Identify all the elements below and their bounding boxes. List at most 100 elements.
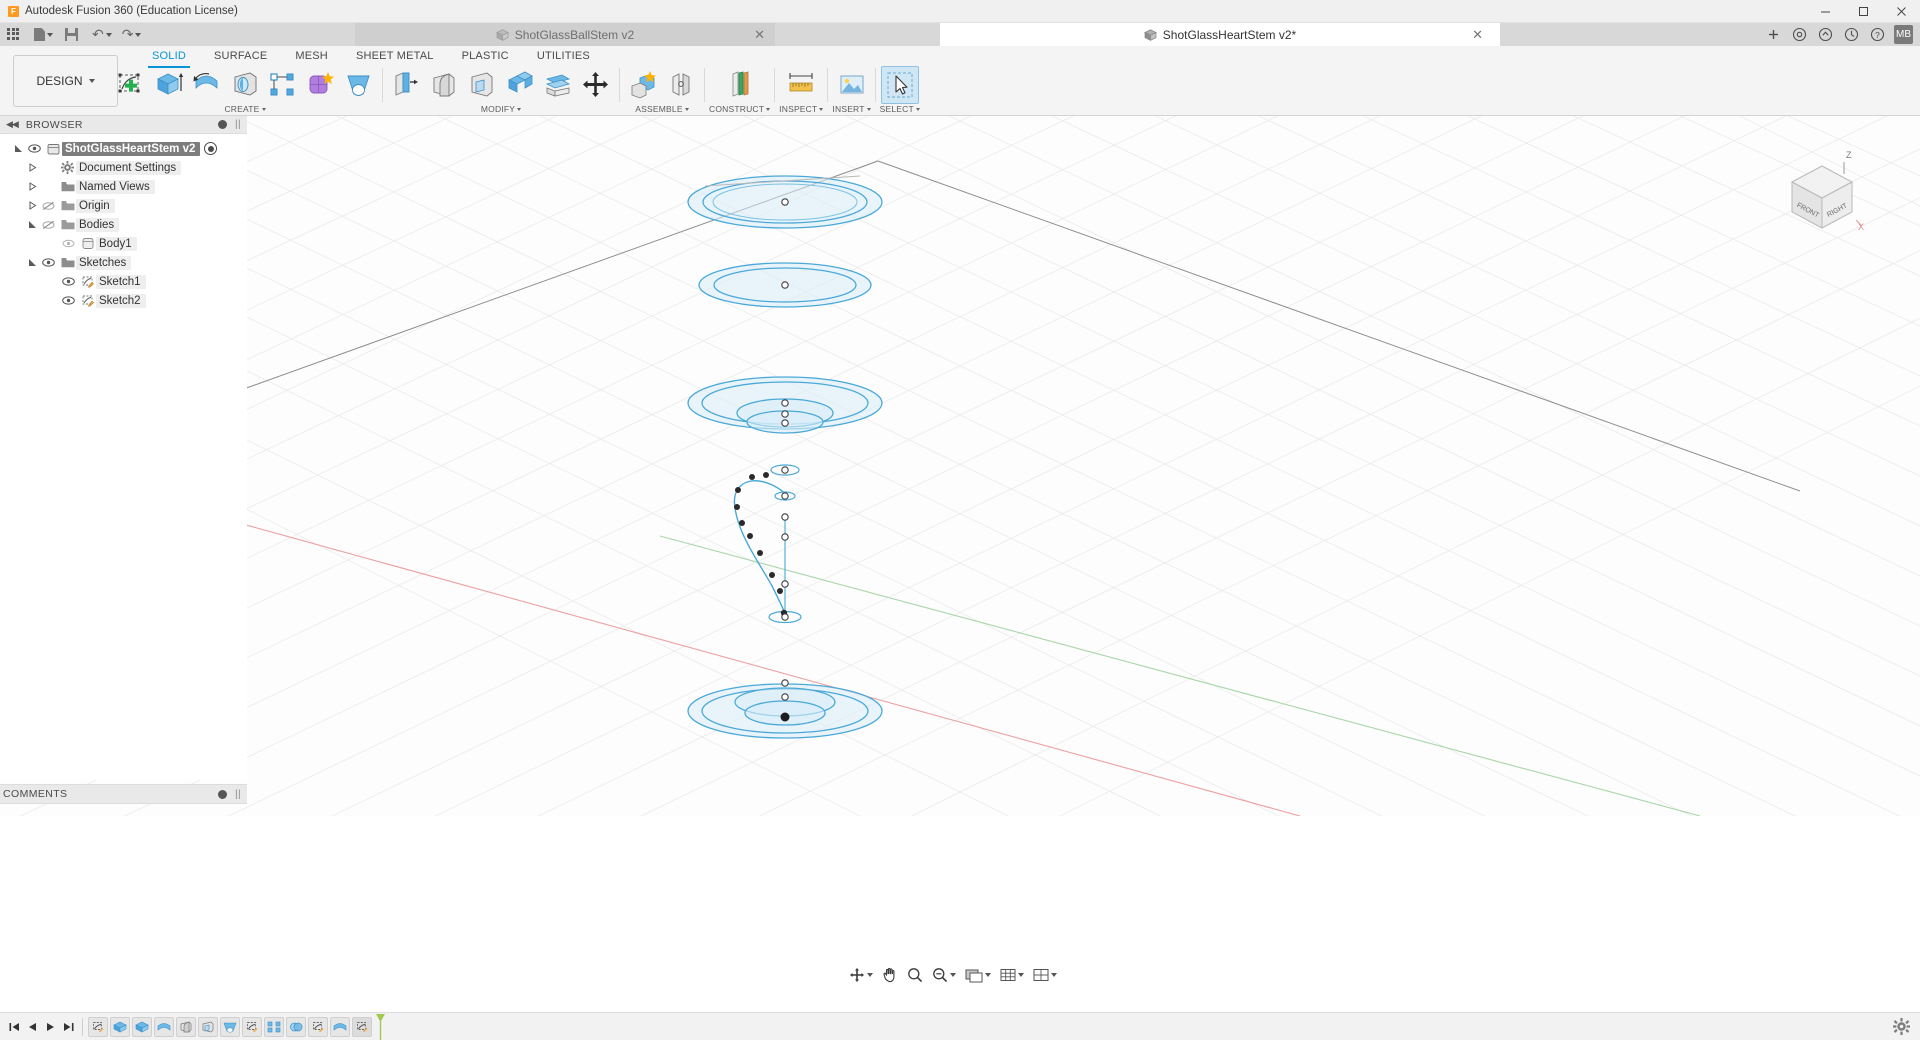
tree-item-root[interactable]: ShotGlassHeartStem v2	[0, 139, 247, 158]
measure-icon[interactable]	[782, 66, 820, 104]
offset-plane-icon[interactable]	[721, 66, 759, 104]
form-icon[interactable]	[302, 66, 340, 104]
document-tab-close-icon[interactable]: ✕	[754, 28, 765, 41]
ribbon-tab-mesh[interactable]: MESH	[281, 46, 342, 66]
shell-icon[interactable]	[463, 66, 501, 104]
expand-arrow-icon[interactable]	[14, 144, 28, 153]
timeline-node-sketch-current[interactable]	[352, 1016, 372, 1037]
view-cube[interactable]: Z X FRONT RIGHT	[1772, 146, 1872, 246]
document-tab-close-icon[interactable]: ✕	[1472, 28, 1483, 41]
minimize-button[interactable]	[1806, 0, 1844, 23]
extensions-icon[interactable]	[1786, 23, 1812, 46]
timeline-node-loft[interactable]	[220, 1016, 240, 1037]
tree-item-sketch1[interactable]: Sketch1	[0, 272, 247, 291]
undo-button[interactable]: ↶	[89, 23, 115, 46]
ribbon-group-label[interactable]: MODIFY	[481, 104, 522, 114]
zoom-button[interactable]	[903, 963, 927, 987]
tree-item-sketch2[interactable]: Sketch2	[0, 291, 247, 310]
timeline-go-to-end-button[interactable]	[60, 1017, 77, 1037]
timeline-playhead-marker[interactable]	[376, 1013, 385, 1040]
create-sketch-icon[interactable]	[112, 66, 150, 104]
close-button[interactable]	[1882, 0, 1920, 23]
expand-arrow-icon[interactable]	[28, 182, 42, 191]
visibility-eye-icon[interactable]	[62, 239, 79, 248]
visibility-eye-icon[interactable]	[28, 144, 45, 153]
press-pull-icon[interactable]	[387, 66, 425, 104]
expand-arrow-icon[interactable]	[28, 201, 42, 210]
tree-item-named-views[interactable]: Named Views	[0, 177, 247, 196]
expand-arrow-icon[interactable]	[28, 220, 42, 229]
timeline-node-sketch[interactable]	[242, 1016, 262, 1037]
help-icon[interactable]: ?	[1864, 23, 1890, 46]
visibility-eye-icon[interactable]	[62, 277, 79, 286]
ribbon-group-label[interactable]: INSPECT	[779, 104, 824, 114]
pattern-icon[interactable]	[264, 66, 302, 104]
timeline-node-combine[interactable]	[286, 1016, 306, 1037]
zoom-fit-button[interactable]	[928, 963, 960, 987]
tree-item-document-settings[interactable]: Document Settings	[0, 158, 247, 177]
joint-icon[interactable]	[662, 66, 700, 104]
redo-button[interactable]: ↷	[119, 23, 145, 46]
visibility-eye-icon[interactable]	[42, 258, 59, 267]
viewports-button[interactable]	[1029, 963, 1061, 987]
timeline-node-shell[interactable]	[198, 1016, 218, 1037]
viewport-3d[interactable]: Z X FRONT RIGHT	[0, 116, 1920, 816]
combine-icon[interactable]	[501, 66, 539, 104]
timeline-settings-button[interactable]	[1893, 1018, 1910, 1035]
timeline-node-revolve[interactable]	[330, 1016, 350, 1037]
timeline-node-fillet[interactable]	[176, 1016, 196, 1037]
apps-grid-icon[interactable]	[7, 27, 21, 42]
notifications-icon[interactable]	[1812, 23, 1838, 46]
visibility-eye-hidden-icon[interactable]	[42, 220, 59, 230]
timeline-node-revolve[interactable]	[154, 1016, 174, 1037]
comments-pin-icon[interactable]	[218, 789, 227, 799]
ribbon-group-label[interactable]: ASSEMBLE	[635, 104, 689, 114]
grid-and-snaps-button[interactable]	[996, 963, 1028, 987]
ribbon-tab-sheet-metal[interactable]: SHEET METAL	[342, 46, 448, 66]
ribbon-group-label[interactable]: CONSTRUCT	[709, 104, 771, 114]
timeline-node-pattern[interactable]	[264, 1016, 284, 1037]
timeline-node-sketch[interactable]	[88, 1016, 108, 1037]
ribbon-tab-utilities[interactable]: UTILITIES	[523, 46, 604, 66]
save-button[interactable]	[62, 23, 81, 46]
panel-pin-icon[interactable]	[218, 120, 227, 129]
display-settings-button[interactable]	[961, 963, 995, 987]
timeline-play-button[interactable]	[42, 1017, 59, 1037]
ribbon-group-label[interactable]: INSERT	[832, 104, 871, 114]
tree-item-bodies[interactable]: Bodies	[0, 215, 247, 234]
new-file-button[interactable]	[31, 23, 56, 46]
document-tab-active[interactable]: ShotGlassHeartStem v2* ✕	[940, 23, 1500, 46]
panel-resize-grip[interactable]: ||	[235, 119, 241, 130]
new-tab-button[interactable]	[1760, 23, 1786, 46]
fillet-icon[interactable]	[425, 66, 463, 104]
expand-arrow-icon[interactable]	[28, 163, 42, 172]
avatar[interactable]: MB	[1894, 25, 1913, 44]
move-copy-icon[interactable]	[577, 66, 615, 104]
insert-mcmaster-icon[interactable]	[833, 66, 871, 104]
ribbon-group-label[interactable]: SELECT	[880, 104, 920, 114]
orbit-button[interactable]	[845, 963, 877, 987]
loft-icon[interactable]	[340, 66, 378, 104]
expand-arrow-icon[interactable]	[28, 258, 42, 267]
tree-item-body1[interactable]: Body1	[0, 234, 247, 253]
extrude-icon[interactable]	[150, 66, 188, 104]
ribbon-tab-solid[interactable]: SOLID	[138, 46, 200, 68]
ribbon-group-label[interactable]: CREATE	[224, 104, 266, 114]
collapse-panel-icon[interactable]: ◀◀	[6, 119, 19, 130]
timeline-node-extrude[interactable]	[110, 1016, 130, 1037]
tree-item-origin[interactable]: Origin	[0, 196, 247, 215]
tree-item-sketches[interactable]: Sketches	[0, 253, 247, 272]
timeline-node-extrude[interactable]	[132, 1016, 152, 1037]
ribbon-tab-plastic[interactable]: PLASTIC	[448, 46, 523, 66]
workspace-switcher-button[interactable]: DESIGN	[13, 55, 118, 107]
sweep-icon[interactable]	[226, 66, 264, 104]
timeline-go-to-beginning-button[interactable]	[6, 1017, 23, 1037]
activate-component-icon[interactable]	[204, 142, 218, 155]
comments-resize-grip[interactable]: ||	[235, 789, 241, 800]
document-tab-inactive[interactable]: ShotGlassBallStem v2 ✕	[355, 23, 775, 46]
visibility-eye-hidden-icon[interactable]	[42, 201, 59, 211]
visibility-eye-icon[interactable]	[62, 296, 79, 305]
select-cursor-icon[interactable]	[880, 66, 919, 104]
pan-button[interactable]	[878, 963, 902, 987]
maximize-button[interactable]	[1844, 0, 1882, 23]
